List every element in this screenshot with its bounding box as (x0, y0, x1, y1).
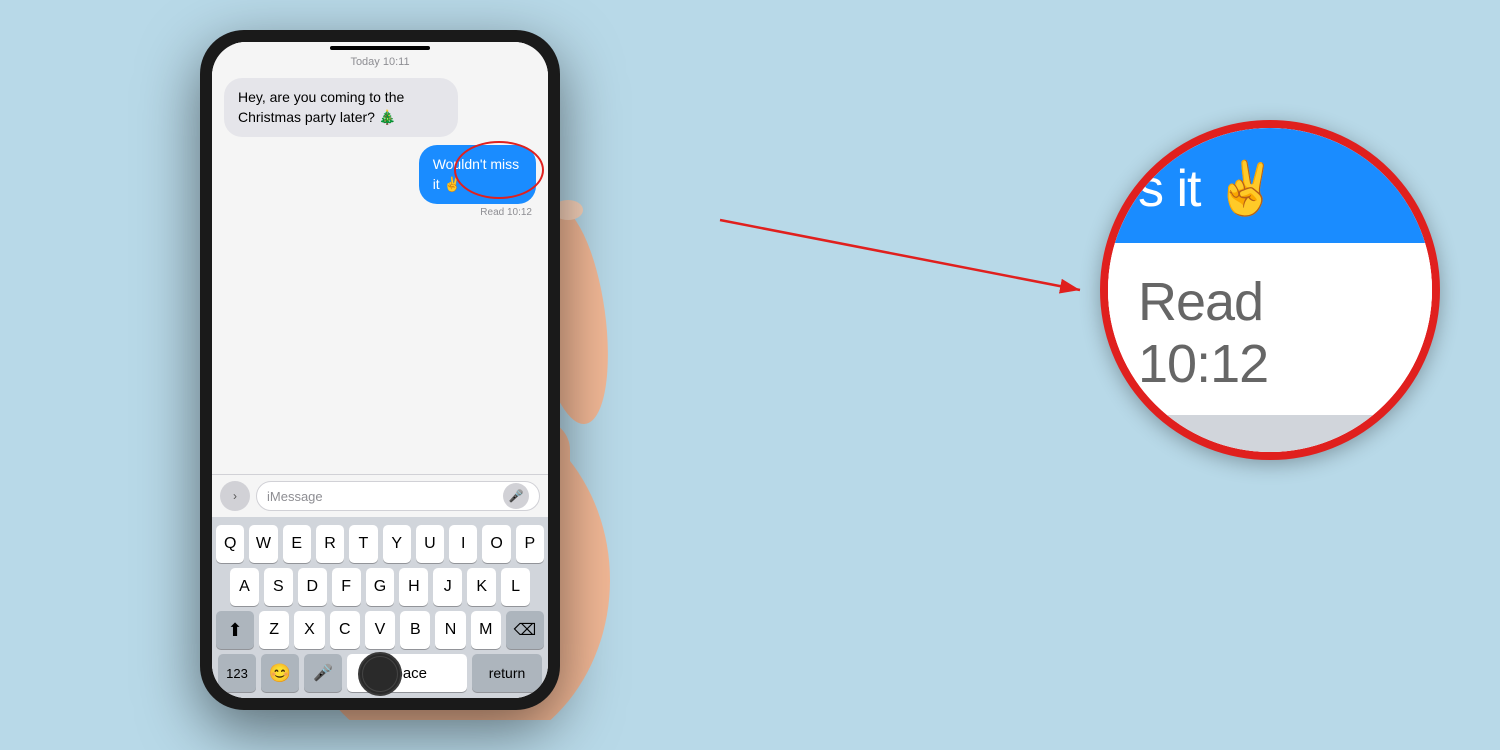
magnify-read-text: Read 10:12 (1138, 271, 1402, 395)
home-button[interactable] (358, 652, 402, 696)
scene: Today 10:11 Hey, are you coming to the C… (0, 0, 1500, 750)
messages-area: Today 10:11 Hey, are you coming to the C… (212, 42, 548, 474)
key-u[interactable]: U (416, 525, 444, 563)
shift-key[interactable]: ⬆ (216, 611, 254, 649)
magnify-inner: s it ✌️ Read 10:12 (1108, 128, 1432, 452)
sent-bubble: Wouldn't miss it ✌️ (419, 145, 536, 204)
dictate-key[interactable]: 🎤 (304, 654, 342, 692)
phone-device: Today 10:11 Hey, are you coming to the C… (200, 30, 560, 710)
key-v[interactable]: V (365, 611, 395, 649)
key-w[interactable]: W (249, 525, 277, 563)
received-bubble: Hey, are you coming to the Christmas par… (224, 78, 458, 137)
numbers-key[interactable]: 123 (218, 654, 256, 692)
return-key[interactable]: return (472, 654, 542, 692)
key-h[interactable]: H (399, 568, 428, 606)
key-m[interactable]: M (471, 611, 501, 649)
key-t[interactable]: T (349, 525, 377, 563)
key-j[interactable]: J (433, 568, 462, 606)
delete-key[interactable]: ⌫ (506, 611, 544, 649)
expand-button[interactable]: › (220, 481, 250, 511)
key-b[interactable]: B (400, 611, 430, 649)
key-f[interactable]: F (332, 568, 361, 606)
key-k[interactable]: K (467, 568, 496, 606)
key-i[interactable]: I (449, 525, 477, 563)
keyboard-row-2: A S D F G H J K L (216, 568, 544, 606)
key-e[interactable]: E (283, 525, 311, 563)
key-n[interactable]: N (435, 611, 465, 649)
magnify-keyboard-hint (1108, 415, 1432, 452)
key-d[interactable]: D (298, 568, 327, 606)
key-z[interactable]: Z (259, 611, 289, 649)
key-a[interactable]: A (230, 568, 259, 606)
read-receipt: Read 10:12 (480, 207, 536, 218)
key-y[interactable]: Y (383, 525, 411, 563)
phone-screen: Today 10:11 Hey, are you coming to the C… (212, 42, 548, 698)
key-x[interactable]: X (294, 611, 324, 649)
sent-bubble-wrap: Wouldn't miss it ✌️ Read 10:12 (389, 145, 536, 218)
imessage-input[interactable]: iMessage 🎤 (256, 481, 540, 511)
keyboard-row-1: Q W E R T Y U I O P (216, 525, 544, 563)
key-p[interactable]: P (516, 525, 544, 563)
message-timestamp: Today 10:11 (224, 56, 536, 68)
key-l[interactable]: L (501, 568, 530, 606)
mic-button[interactable]: 🎤 (503, 483, 529, 509)
input-bar[interactable]: › iMessage 🎤 (212, 474, 548, 517)
magnify-read-area: Read 10:12 (1108, 243, 1432, 415)
key-o[interactable]: O (482, 525, 510, 563)
key-r[interactable]: R (316, 525, 344, 563)
magnify-bubble-area: s it ✌️ (1108, 128, 1432, 243)
key-c[interactable]: C (330, 611, 360, 649)
key-q[interactable]: Q (216, 525, 244, 563)
key-s[interactable]: S (264, 568, 293, 606)
magnify-bubble-text: s it ✌️ (1138, 158, 1402, 219)
emoji-key[interactable]: 😊 (261, 654, 299, 692)
magnify-circle: s it ✌️ Read 10:12 (1100, 120, 1440, 460)
key-g[interactable]: G (366, 568, 395, 606)
imessage-placeholder: iMessage (267, 489, 323, 504)
keyboard-row-3: ⬆ Z X C V B N M ⌫ (216, 611, 544, 649)
